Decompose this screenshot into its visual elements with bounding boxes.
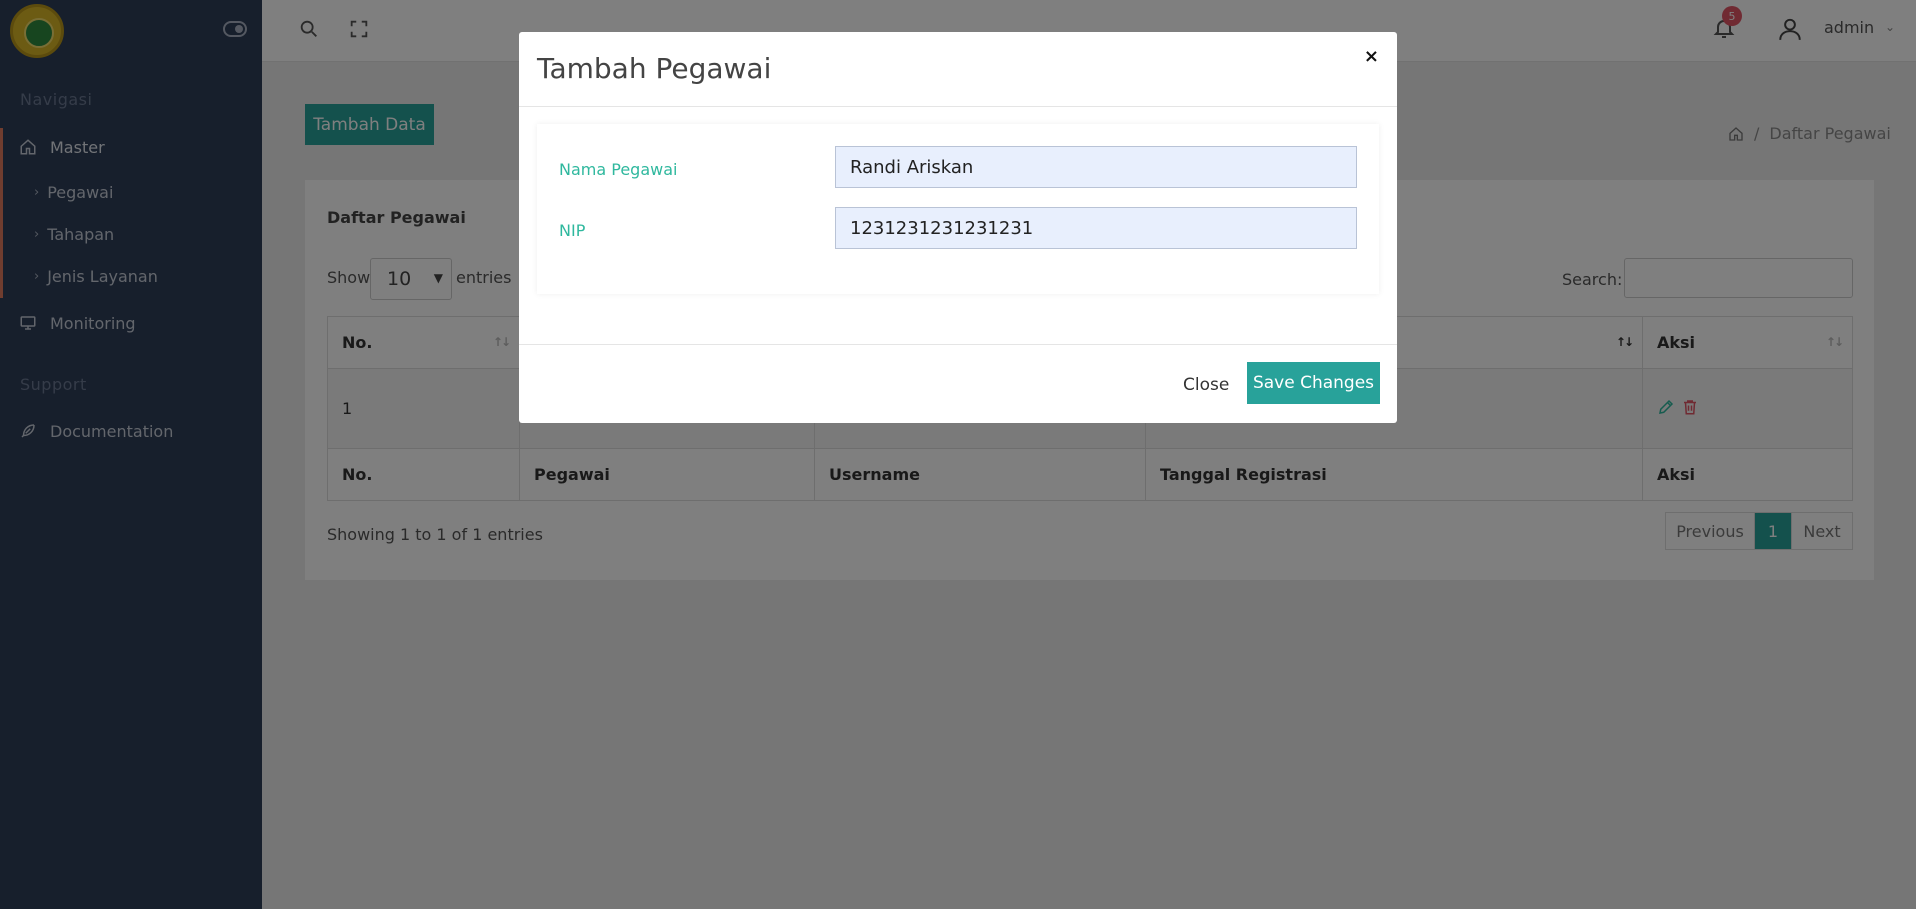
close-button[interactable]: Close bbox=[1183, 375, 1229, 395]
nama-pegawai-input[interactable]: Randi Ariskan bbox=[835, 146, 1357, 188]
modal-footer: Close Save Changes bbox=[519, 344, 1397, 423]
modal-header: Tambah Pegawai × bbox=[519, 32, 1397, 107]
nip-label: NIP bbox=[559, 221, 586, 240]
nip-input[interactable]: 1231231231231231 bbox=[835, 207, 1357, 249]
save-changes-button[interactable]: Save Changes bbox=[1247, 362, 1380, 404]
add-employee-modal: Tambah Pegawai × Nama Pegawai Randi Aris… bbox=[519, 32, 1397, 423]
nama-pegawai-label: Nama Pegawai bbox=[559, 160, 678, 179]
modal-title: Tambah Pegawai bbox=[537, 52, 772, 85]
modal-form: Nama Pegawai Randi Ariskan NIP 123123123… bbox=[537, 124, 1379, 294]
close-icon[interactable]: × bbox=[1364, 46, 1379, 67]
